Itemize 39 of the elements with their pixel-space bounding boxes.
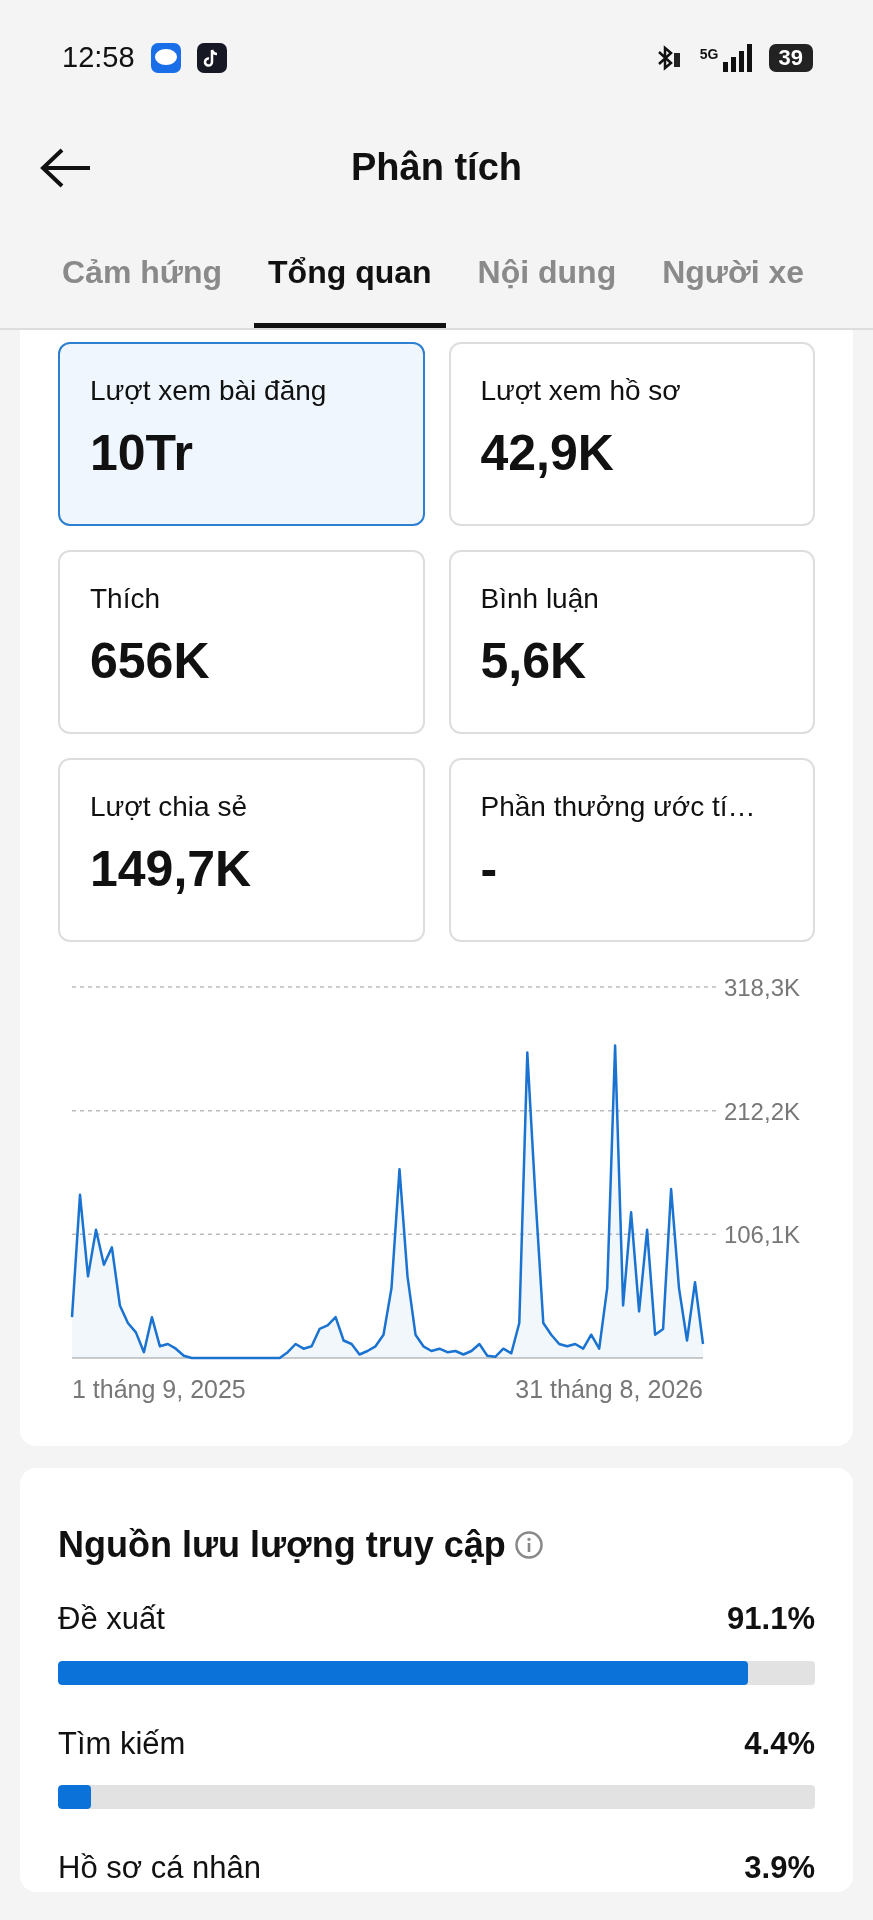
battery-level: 39 <box>768 43 813 72</box>
stat-value: - <box>480 840 499 899</box>
stat-label: Phần thưởng ước tí… <box>480 790 757 824</box>
stat-card[interactable]: Bình luận 5,6K <box>448 550 815 734</box>
stat-value: 10Tr <box>90 424 194 483</box>
page-title: Phân tích <box>351 145 522 190</box>
section-title: Nguồn lưu lượng truy cập <box>58 1523 506 1567</box>
source-percent: 91.1% <box>727 1600 815 1638</box>
stat-card[interactable]: Thích 656K <box>58 550 425 734</box>
source-percent: 3.9% <box>744 1849 815 1887</box>
stat-card[interactable]: Lượt chia sẻ 149,7K <box>58 758 425 942</box>
stat-card[interactable]: Lượt xem bài đăng 10Tr <box>58 342 425 526</box>
source-label: Đề xuất <box>58 1600 165 1638</box>
axis-label: 1 tháng 9, 2025 <box>72 1375 246 1403</box>
stat-value: 149,7K <box>90 840 253 899</box>
stat-card[interactable]: Lượt xem hồ sơ 42,9K <box>448 342 815 526</box>
source-label: Tìm kiếm <box>58 1724 186 1763</box>
info-icon[interactable] <box>513 1530 544 1560</box>
stat-label: Lượt xem bài đăng <box>90 374 328 408</box>
stat-value: 5,6K <box>480 632 588 691</box>
stat-label: Bình luận <box>480 582 600 616</box>
axis-label: 31 tháng 8, 2026 <box>515 1375 703 1403</box>
source-percent: 4.4% <box>744 1724 815 1763</box>
chat-app-icon <box>150 42 181 73</box>
back-arrow-icon[interactable] <box>40 146 92 189</box>
stat-value: 42,9K <box>480 424 615 483</box>
axis-label: 318,3K <box>723 974 800 1001</box>
stat-label: Thích <box>90 582 162 616</box>
stat-label: Lượt chia sẻ <box>90 790 248 824</box>
stat-card[interactable]: Phần thưởng ước tí… - <box>448 758 815 942</box>
stat-value: 656K <box>90 632 211 691</box>
signal-icon <box>722 43 753 72</box>
axis-label: 212,2K <box>723 1097 800 1125</box>
source-label: Hồ sơ cá nhân <box>58 1849 261 1887</box>
music-note-icon <box>196 42 227 73</box>
clock: 12:58 <box>62 39 135 75</box>
stat-label: Lượt xem hồ sơ <box>480 374 682 408</box>
axis-label: 106,1K <box>723 1221 800 1249</box>
network-type: 5G <box>699 44 719 64</box>
